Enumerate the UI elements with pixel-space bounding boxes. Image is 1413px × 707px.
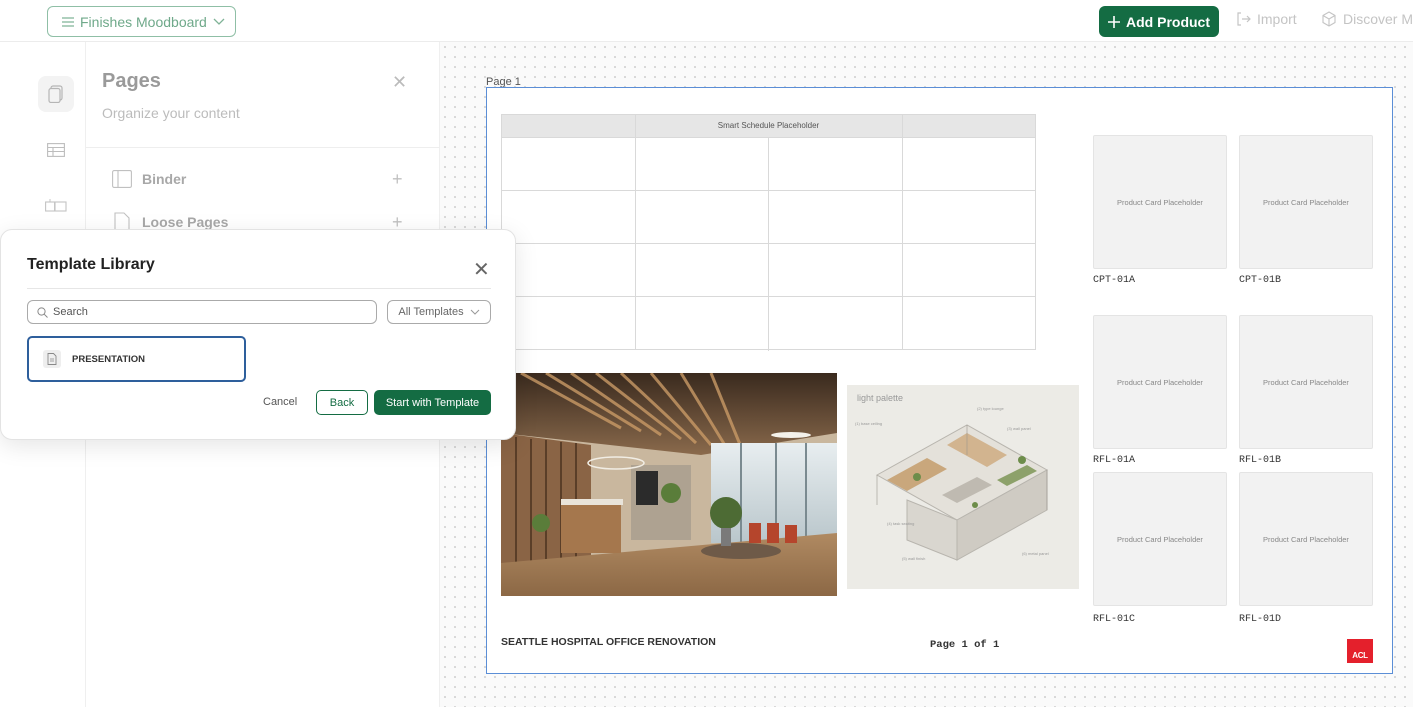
modal-title: Template Library xyxy=(27,256,155,273)
close-icon[interactable]: ✕ xyxy=(473,257,490,282)
start-with-template-button[interactable]: Start with Template xyxy=(374,390,491,415)
document-icon xyxy=(43,350,61,368)
add-product-label: Add Product xyxy=(1126,13,1210,30)
filter-selected-value: All Templates xyxy=(398,306,464,318)
product-card-placeholder[interactable]: Product Card Placeholder xyxy=(1093,315,1227,449)
divider xyxy=(27,288,491,289)
pages-item-label: Loose Pages xyxy=(142,214,229,230)
table-icon xyxy=(47,143,65,157)
project-title: SEATTLE HOSPITAL OFFICE RENOVATION xyxy=(501,636,716,648)
discover-label: Discover M xyxy=(1343,11,1413,27)
pages-title: Pages xyxy=(102,70,161,92)
rail-pages-button[interactable] xyxy=(38,76,74,112)
product-card-placeholder[interactable]: Product Card Placeholder xyxy=(1093,135,1227,269)
product-card-placeholder[interactable]: Product Card Placeholder xyxy=(1093,472,1227,606)
plus-icon xyxy=(1108,15,1120,28)
interior-photo[interactable] xyxy=(501,373,837,596)
office-interior-image xyxy=(501,373,837,596)
product-code: CPT-01B xyxy=(1239,275,1282,286)
product-code: CPT-01A xyxy=(1093,275,1136,286)
cube-icon xyxy=(1322,11,1336,27)
search-icon xyxy=(37,306,48,318)
search-placeholder: Search xyxy=(53,306,88,318)
smart-schedule-placeholder[interactable]: Smart Schedule Placeholder xyxy=(501,114,1036,351)
product-code: RFL-01D xyxy=(1239,614,1282,625)
schedule-grid-line xyxy=(635,115,636,349)
product-code: RFL-01A xyxy=(1093,455,1136,466)
product-card-placeholder[interactable]: Product Card Placeholder xyxy=(1239,315,1373,449)
pages-item-binder[interactable]: Binder + xyxy=(112,169,412,190)
template-filter-select[interactable]: All Templates xyxy=(387,300,491,324)
menu-icon xyxy=(62,16,74,27)
add-binder-icon[interactable]: + xyxy=(392,169,403,190)
template-library-modal: Template Library ✕ Search All Templates … xyxy=(0,229,516,440)
back-button[interactable]: Back xyxy=(316,390,368,415)
schedule-grid-line xyxy=(902,115,903,349)
board-name: Finishes Moodboard xyxy=(80,13,207,30)
binder-icon xyxy=(112,170,132,188)
product-card-placeholder[interactable]: Product Card Placeholder xyxy=(1239,135,1373,269)
cancel-button[interactable]: Cancel xyxy=(263,396,297,408)
divider xyxy=(86,147,440,148)
svg-text:(1) base ceiling: (1) base ceiling xyxy=(855,421,882,426)
svg-text:(3) wall panel: (3) wall panel xyxy=(1007,426,1031,431)
import-button[interactable]: Import xyxy=(1237,11,1297,27)
import-label: Import xyxy=(1257,11,1297,27)
board-selector-button[interactable]: Finishes Moodboard xyxy=(47,6,236,37)
floor-plan-image[interactable]: light palette (1) base ceiling (2) type … xyxy=(847,385,1079,589)
chevron-down-icon xyxy=(213,18,225,25)
svg-text:(2) type lounge: (2) type lounge xyxy=(977,406,1004,411)
chevron-down-icon xyxy=(470,309,479,315)
pages-icon xyxy=(48,85,63,103)
search-input[interactable]: Search xyxy=(27,300,377,324)
top-bar: Finishes Moodboard Add Product Import Di… xyxy=(0,0,1413,42)
plan-label: light palette xyxy=(857,393,904,403)
template-label: PRESENTATION xyxy=(72,353,146,365)
schedule-header: Smart Schedule Placeholder xyxy=(502,115,1035,137)
product-code: RFL-01C xyxy=(1093,614,1136,625)
schedule-grid-line xyxy=(768,137,769,351)
rail-schedule-button[interactable] xyxy=(38,132,74,168)
svg-text:(5) wall finish: (5) wall finish xyxy=(902,556,925,561)
company-logo: ACL xyxy=(1347,639,1373,663)
isometric-plan-illustration: (1) base ceiling (2) type lounge (3) wal… xyxy=(855,406,1049,561)
product-card-placeholder[interactable]: Product Card Placeholder xyxy=(1239,472,1373,606)
page-number: Page 1 of 1 xyxy=(930,639,1000,651)
template-item-presentation[interactable]: PRESENTATION xyxy=(27,336,246,382)
pages-item-label: Binder xyxy=(142,171,187,187)
rail-layout-button[interactable] xyxy=(38,188,74,224)
add-product-button[interactable]: Add Product xyxy=(1099,6,1219,37)
layout-icon xyxy=(45,199,67,212)
pages-close-icon[interactable]: ✕ xyxy=(392,72,407,93)
import-icon xyxy=(1237,12,1251,26)
pages-subtitle: Organize your content xyxy=(102,105,240,121)
discover-button[interactable]: Discover M xyxy=(1321,11,1413,27)
svg-text:(4) task seating: (4) task seating xyxy=(887,521,914,526)
svg-text:(6) metal panel: (6) metal panel xyxy=(1022,551,1049,556)
product-code: RFL-01B xyxy=(1239,455,1282,466)
